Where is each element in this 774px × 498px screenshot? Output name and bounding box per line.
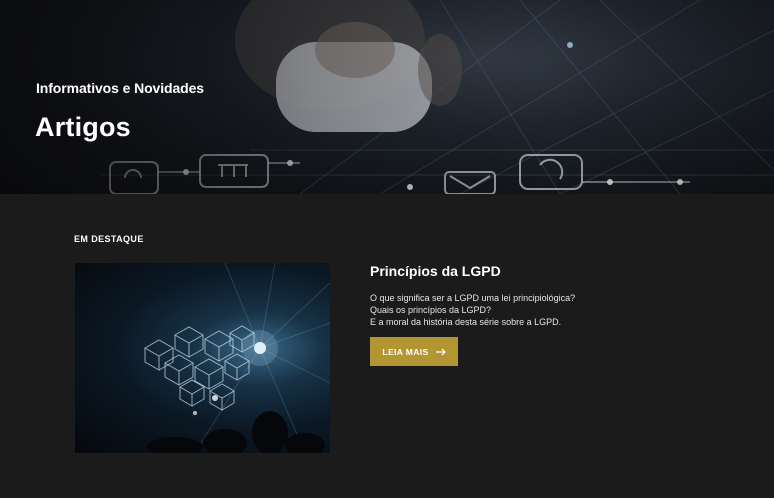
- hero-overlay: [0, 0, 774, 194]
- excerpt-line: E a moral da história desta série sobre …: [370, 317, 562, 327]
- hero-subtitle: Informativos e Novidades: [36, 80, 204, 96]
- featured-image-art: [143, 263, 330, 453]
- article-excerpt: O que significa ser a LGPD uma lei princ…: [370, 292, 670, 328]
- article-title[interactable]: Princípios da LGPD: [370, 263, 501, 279]
- read-more-label: LEIA MAIS: [382, 346, 429, 357]
- read-more-button[interactable]: LEIA MAIS: [370, 337, 458, 366]
- featured-section: EM DESTAQUE Princípios da LGPD O que sig…: [0, 194, 774, 498]
- excerpt-line: Quais os princípios da LGPD?: [370, 305, 492, 315]
- page-title: Artigos: [35, 112, 131, 142]
- arrow-right-icon: [435, 348, 446, 355]
- excerpt-line: O que significa ser a LGPD uma lei princ…: [370, 293, 576, 303]
- hero-banner: Informativos e Novidades Artigos: [0, 0, 774, 194]
- section-label: EM DESTAQUE: [74, 234, 144, 244]
- featured-article-image[interactable]: [75, 263, 330, 453]
